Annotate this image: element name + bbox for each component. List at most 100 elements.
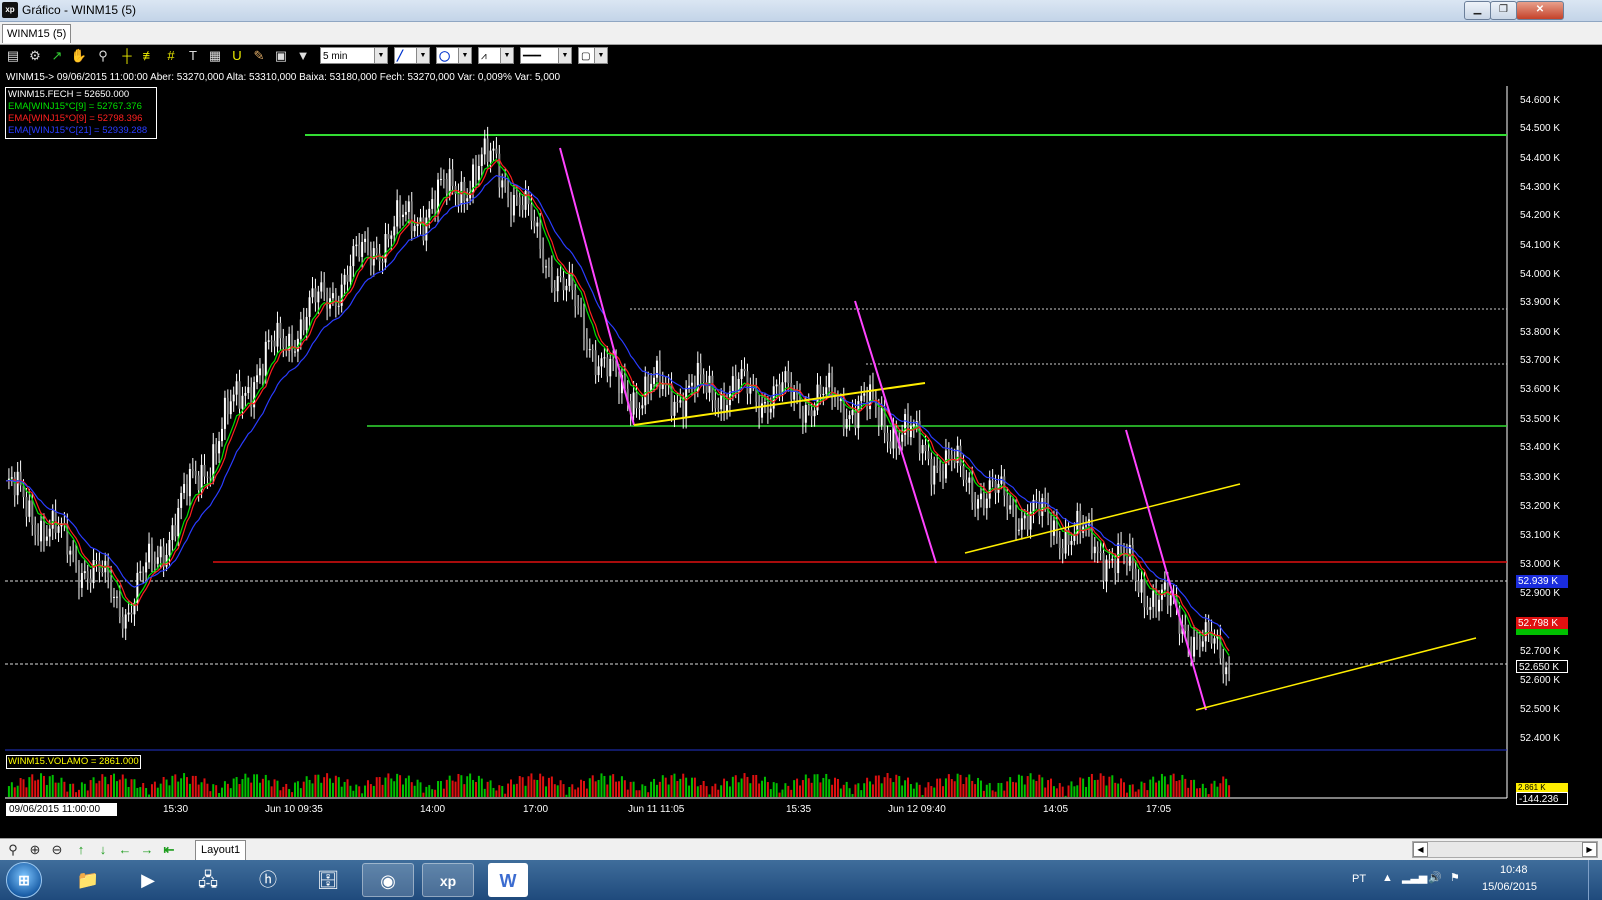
zoom-fit-icon[interactable]: ⚲: [4, 841, 22, 859]
candle-body: [387, 234, 390, 239]
volume-bar: [1117, 783, 1120, 797]
volume-bar: [705, 786, 708, 797]
xp-icon[interactable]: xp: [422, 863, 474, 897]
scroll-left-button[interactable]: ◀: [1413, 842, 1428, 857]
volume-icon[interactable]: 🔊: [1428, 871, 1442, 884]
archive-icon[interactable]: 🗄: [302, 863, 354, 897]
arrow-up-icon[interactable]: ↑: [72, 841, 90, 859]
minimize-button[interactable]: ▁: [1464, 1, 1491, 20]
horizontal-scrollbar[interactable]: ◀ ▶: [1412, 841, 1598, 858]
parallel-icon[interactable]: ≢: [140, 47, 158, 65]
zoom-out-icon[interactable]: ⊖: [48, 841, 66, 859]
arrow-first-icon[interactable]: ⇤: [160, 841, 178, 859]
candle-body: [1009, 505, 1012, 510]
candle-body: [547, 266, 550, 268]
candle-body: [480, 154, 483, 167]
candle-body: [489, 150, 492, 162]
chart-area[interactable]: WINM15-> 09/06/2015 11:00:00 Aber: 53270…: [0, 68, 1602, 838]
clock-time[interactable]: 10:48: [1500, 864, 1528, 876]
candle-body: [612, 358, 615, 361]
paste-icon[interactable]: ▣: [272, 47, 290, 65]
candle-body: [331, 293, 334, 299]
volume-bar: [787, 785, 790, 797]
volume-bar: [75, 792, 78, 797]
calculator-icon[interactable]: ✎: [250, 47, 268, 65]
volume-bar: [349, 785, 352, 797]
chrome-icon[interactable]: ◉: [362, 863, 414, 897]
zoom-in-icon[interactable]: ⊕: [26, 841, 44, 859]
candle-body: [127, 612, 130, 615]
media-player-icon[interactable]: ▶: [122, 863, 174, 897]
volume-bar: [991, 790, 994, 797]
legend-fech[interactable]: WINM15.FECH = 52650.000: [8, 89, 154, 101]
volume-bar: [1003, 790, 1006, 797]
candle-body: [148, 543, 151, 563]
volume-bar: [533, 779, 536, 797]
clock-date[interactable]: 15/06/2015: [1482, 881, 1537, 893]
line-style-select[interactable]: ━━━ ▼: [520, 47, 572, 64]
candle-body: [947, 450, 950, 455]
candle-body: [1090, 519, 1093, 554]
candle-body: [690, 382, 693, 386]
volume-bar: [629, 781, 632, 797]
arrow-down-icon[interactable]: ↓: [94, 841, 112, 859]
chart-icon[interactable]: ▤: [4, 47, 22, 65]
show-desktop-button[interactable]: [1588, 860, 1602, 900]
volume-bar: [740, 778, 743, 797]
layout-tab[interactable]: Layout1: [195, 840, 247, 861]
price-chart[interactable]: [0, 68, 1602, 838]
horseshoe-icon[interactable]: ▦: [206, 47, 224, 65]
arrow-left-icon[interactable]: ←: [116, 841, 134, 859]
interval-select[interactable]: 5 min ▼: [320, 47, 388, 64]
flag-icon[interactable]: ⚑: [1450, 871, 1460, 884]
volume-bar: [1195, 788, 1198, 797]
y-tick-label: 54.100 K: [1520, 240, 1561, 251]
text-icon[interactable]: T: [184, 47, 202, 65]
word-icon[interactable]: W: [488, 863, 528, 897]
candle-body: [1204, 622, 1207, 642]
line-icon[interactable]: ↗: [48, 47, 66, 65]
x-tick-label: Jun 10 09:35: [265, 804, 323, 815]
legend-ema-open-9[interactable]: EMA[WINJ15*O[9] = 52798.396: [8, 113, 154, 125]
grid-icon[interactable]: #: [162, 47, 180, 65]
tray-expand-icon[interactable]: ▲: [1382, 872, 1393, 884]
volume-bar: [209, 791, 212, 797]
tab-winm15[interactable]: WINM15 (5): [2, 24, 72, 43]
legend-ema-close-21[interactable]: EMA[WINJ15*C[21] = 52939.288: [8, 125, 154, 137]
volume-bar: [267, 780, 270, 797]
volume-label[interactable]: WINM15.VOLAMO = 2861.000: [6, 755, 141, 769]
candle-body: [177, 507, 180, 537]
shape-tool-select[interactable]: ◯ ▼: [436, 47, 472, 64]
zoom-icon[interactable]: ⚲: [94, 47, 112, 65]
brush-icon[interactable]: U: [228, 47, 246, 65]
legend-ema-close-9[interactable]: EMA[WINJ15*C[9] = 52767.376: [8, 101, 154, 113]
gear-icon[interactable]: ⚙: [26, 47, 44, 65]
candle-body: [171, 525, 174, 541]
color-select[interactable]: ▢ ▼: [578, 47, 608, 64]
arrow-right-icon[interactable]: →: [138, 841, 156, 859]
candle-body: [244, 393, 247, 396]
line-tool-select[interactable]: ╱ ▼: [394, 47, 430, 64]
volume-bar: [834, 777, 837, 797]
volume-bar: [1166, 784, 1169, 797]
volume-bar: [521, 777, 524, 797]
volume-bar: [661, 775, 664, 797]
candle-body: [311, 288, 314, 298]
crosshair-icon[interactable]: ┼: [118, 47, 136, 65]
volume-bar: [869, 781, 872, 797]
volume-bar: [906, 777, 909, 797]
scroll-right-button[interactable]: ▶: [1582, 842, 1597, 857]
volume-bar: [620, 776, 623, 797]
language-indicator[interactable]: PT: [1352, 873, 1366, 885]
filter-icon[interactable]: ▼: [294, 47, 312, 65]
maximize-button[interactable]: ❐: [1490, 1, 1517, 20]
hp-icon[interactable]: ⓗ: [242, 863, 294, 897]
start-button[interactable]: ⊞: [6, 862, 42, 898]
indicator-select[interactable]: ⩘ ▼: [478, 47, 514, 64]
network-icon[interactable]: 🖧: [182, 863, 234, 897]
hand-icon[interactable]: ✋: [70, 47, 88, 65]
explorer-icon[interactable]: 📁: [62, 863, 114, 897]
volume-bar: [819, 782, 822, 797]
close-button[interactable]: ✕: [1516, 1, 1564, 20]
signal-icon[interactable]: ▂▃▅: [1402, 871, 1427, 884]
